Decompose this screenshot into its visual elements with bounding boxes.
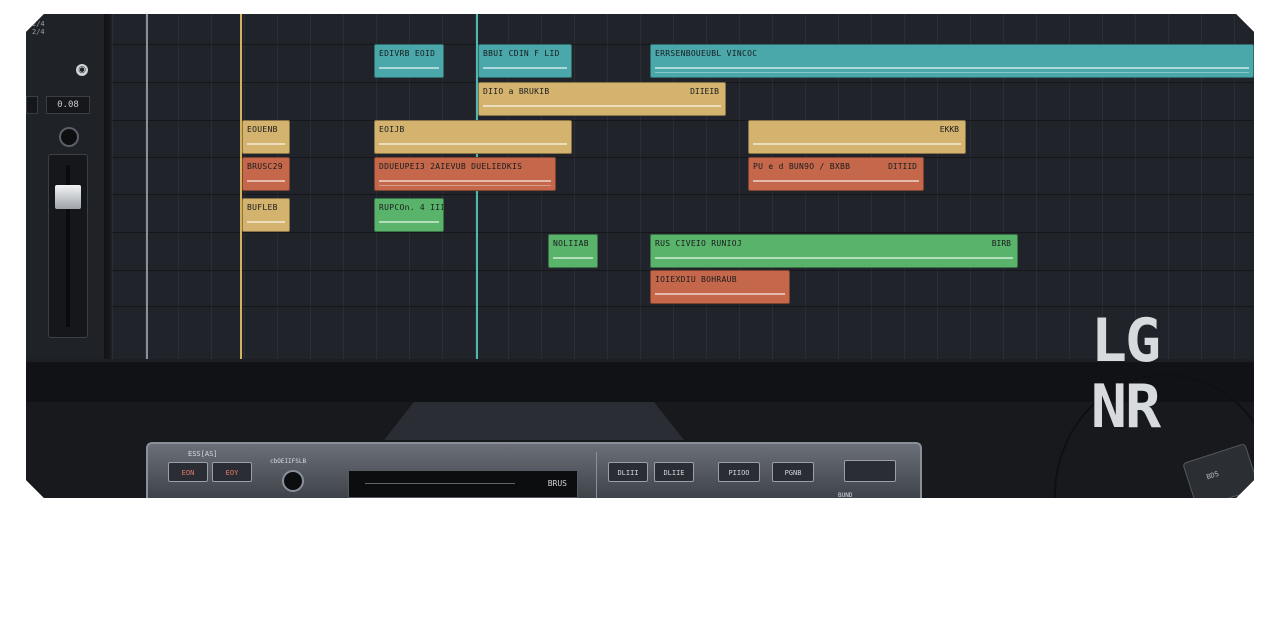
eoy-button[interactable]: EOY xyxy=(212,462,252,482)
monitor-stand xyxy=(384,402,684,440)
region-waveform xyxy=(753,143,961,145)
region-waveform xyxy=(655,293,785,295)
value-field[interactable]: 0.08 xyxy=(46,96,90,114)
top-indicator: 2/4 2/4 xyxy=(32,20,45,36)
controller-label: ESS[AS] xyxy=(188,450,218,458)
region-waveform xyxy=(655,67,1249,69)
region-label: DIIO a BRUKIB xyxy=(483,87,550,96)
region-label: RUPCOn. 4 IIIl xyxy=(379,203,444,212)
hardware-controller: ESS[AS] EON EOY cbOEIIFSLB BRUS DLIII DL… xyxy=(146,442,922,500)
logo-line-1: LG xyxy=(1090,306,1160,376)
region-clip[interactable]: EOIJB xyxy=(374,120,572,154)
region-clip[interactable]: EDIVRB EOID xyxy=(374,44,444,78)
pgnb-button[interactable]: PGNB xyxy=(772,462,814,482)
camera-icon[interactable]: ◉ xyxy=(76,64,88,76)
corner-device-text: BDS xyxy=(1205,469,1221,482)
controller-knob[interactable] xyxy=(282,470,304,492)
region-clip[interactable]: ERRSENBOUEUBL VINCOC xyxy=(650,44,1254,78)
daw-window: 2/4 2/4 ◉ 0.08 EDIVRB EOID BBUI CDIN F L… xyxy=(26,14,1254,498)
region-clip[interactable]: BUFLEB xyxy=(242,198,290,232)
region-clip[interactable]: NOLIIAB xyxy=(548,234,598,268)
region-label: BRUSC29 xyxy=(247,162,283,171)
record-button[interactable] xyxy=(844,460,896,482)
small-field[interactable] xyxy=(26,96,38,114)
region-waveform xyxy=(379,180,551,182)
region-waveform xyxy=(553,257,593,259)
region-clip[interactable]: IOIEXDIU BOHRAUB xyxy=(650,270,790,304)
controller-display: BRUS xyxy=(348,470,578,498)
arrangement-area[interactable]: EDIVRB EOID BBUI CDIN F LID ERRSENBOUEUB… xyxy=(112,14,1254,359)
region-clip[interactable]: BBUI CDIN F LID xyxy=(478,44,572,78)
region-label: RUS CIVEIO RUNIOJ xyxy=(655,239,742,248)
region-waveform xyxy=(655,72,1249,73)
lane-divider xyxy=(112,306,1254,307)
region-waveform xyxy=(247,180,285,182)
region-label: IOIEXDIU BOHRAUB xyxy=(655,275,737,284)
region-label: EOIJB xyxy=(379,125,405,134)
region-label-end: DITIID xyxy=(888,162,917,171)
region-waveform xyxy=(655,257,1013,259)
piioo-button[interactable]: PIIOO xyxy=(718,462,760,482)
region-waveform xyxy=(483,67,567,69)
region-waveform xyxy=(247,221,285,223)
region-clip[interactable]: EKKB xyxy=(748,120,966,154)
region-waveform xyxy=(379,185,551,186)
region-label-end: EKKB xyxy=(939,125,959,134)
display-text: BRUS xyxy=(547,479,567,488)
region-label: PU e d BUN9O / BXBB xyxy=(753,162,851,171)
region-label: EDIVRB EOID xyxy=(379,49,436,58)
region-label-end: DIIEIB xyxy=(690,87,719,96)
lane-divider xyxy=(112,232,1254,233)
region-label: ERRSENBOUEUBL VINCOC xyxy=(655,49,758,58)
dlile-button[interactable]: DLIIE xyxy=(654,462,694,482)
region-waveform xyxy=(379,221,439,223)
region-clip[interactable]: BRUSC29 xyxy=(242,157,290,191)
region-label: DDUEUPEI3 2AIEVUB DUELIEDKIS xyxy=(379,162,523,171)
panel-divider xyxy=(106,14,110,359)
region-clip[interactable]: PU e d BUN9O / BXBB DITIID xyxy=(748,157,924,191)
region-clip[interactable]: DIIO a BRUKIB DIIEIB xyxy=(478,82,726,116)
region-waveform xyxy=(247,143,285,145)
region-clip[interactable]: EOUENB xyxy=(242,120,290,154)
brand-logo: LG NR xyxy=(1062,310,1188,444)
logo-line-2: NR xyxy=(1090,372,1160,442)
lane-divider xyxy=(112,194,1254,195)
record-label: BUND xyxy=(838,492,853,499)
eon-button[interactable]: EON xyxy=(168,462,208,482)
region-waveform xyxy=(379,143,567,145)
region-clip[interactable]: RUPCOn. 4 IIIl xyxy=(374,198,444,232)
region-label: BBUI CDIN F LID xyxy=(483,49,560,58)
controller-separator xyxy=(596,452,597,498)
region-label: NOLIIAB xyxy=(553,239,589,248)
region-clip[interactable]: RUS CIVEIO RUNIOJ BIRB xyxy=(650,234,1018,268)
region-waveform xyxy=(753,180,919,182)
region-waveform xyxy=(483,105,721,107)
dliii-button[interactable]: DLIII xyxy=(608,462,648,482)
loop-start-marker[interactable] xyxy=(146,14,148,359)
volume-fader[interactable] xyxy=(48,154,88,338)
display-line xyxy=(365,483,515,484)
pan-knob[interactable] xyxy=(59,127,79,147)
region-clip[interactable]: DDUEUPEI3 2AIEVUB DUELIEDKIS xyxy=(374,157,556,191)
left-control-panel: 2/4 2/4 ◉ 0.08 xyxy=(26,14,106,359)
region-label-end: BIRB xyxy=(991,239,1011,248)
region-waveform xyxy=(379,67,439,69)
knob-label: cbOEIIFSLB xyxy=(270,458,307,465)
region-label: BUFLEB xyxy=(247,203,278,212)
fader-cap[interactable] xyxy=(55,185,81,209)
region-label: EOUENB xyxy=(247,125,278,134)
